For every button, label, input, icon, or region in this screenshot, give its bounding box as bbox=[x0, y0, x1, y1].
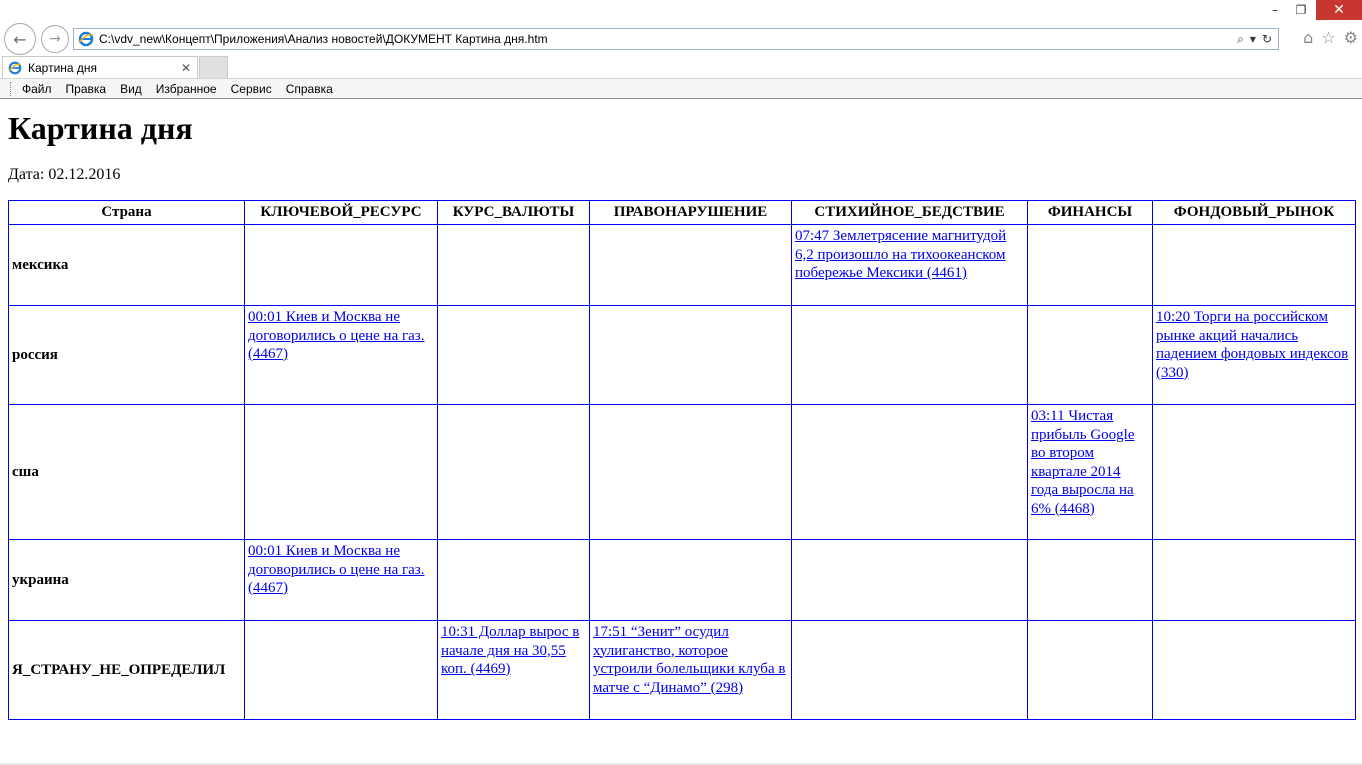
back-arrow-icon: ← bbox=[13, 29, 27, 49]
news-cell bbox=[589, 224, 792, 306]
column-header-key-resource: КЛЮЧЕВОЙ_РЕСУРС bbox=[244, 200, 438, 225]
table-row: сша 03:11 Чистая прибыль Google во втором… bbox=[8, 404, 1356, 540]
search-icon[interactable]: ⌕ bbox=[1237, 32, 1244, 47]
news-link[interactable]: 00:01 Киев и Москва не договорились о це… bbox=[248, 543, 424, 596]
gear-icon[interactable]: ⚙ bbox=[1344, 28, 1358, 47]
table-header-row: Страна КЛЮЧЕВОЙ_РЕСУРС КУРС_ВАЛЮТЫ ПРАВО… bbox=[8, 200, 1356, 225]
news-cell bbox=[1152, 404, 1356, 540]
news-table: Страна КЛЮЧЕВОЙ_РЕСУРС КУРС_ВАЛЮТЫ ПРАВО… bbox=[8, 200, 1356, 720]
news-cell: 00:01 Киев и Москва не договорились о це… bbox=[244, 539, 438, 621]
news-cell bbox=[437, 224, 590, 306]
chevron-down-icon[interactable]: ▾ bbox=[1250, 32, 1256, 46]
table-row: россия 00:01 Киев и Москва не договорилис… bbox=[8, 305, 1356, 405]
close-tab-icon[interactable]: ✕ bbox=[181, 61, 191, 75]
back-button[interactable]: ← bbox=[4, 23, 36, 55]
news-cell bbox=[1152, 539, 1356, 621]
news-cell bbox=[437, 539, 590, 621]
menu-grip bbox=[10, 81, 13, 96]
country-cell: сша bbox=[8, 404, 245, 540]
news-cell bbox=[244, 404, 438, 540]
home-icon[interactable]: ⌂ bbox=[1303, 28, 1313, 47]
news-cell: 00:01 Киев и Москва не договорились о це… bbox=[244, 305, 438, 405]
country-cell: Я_СТРАНУ_НЕ_ОПРЕДЕЛИЛ bbox=[8, 620, 245, 720]
navigation-bar: ← → C:\vdv_new\Концепт\Приложения\Анализ… bbox=[0, 22, 1362, 56]
news-cell bbox=[791, 620, 1028, 720]
minimize-button[interactable]: – bbox=[1262, 0, 1288, 20]
menu-favorites[interactable]: Избранное bbox=[153, 82, 220, 96]
column-header-stock-market: ФОНДОВЫЙ_РЫНОК bbox=[1152, 200, 1356, 225]
news-cell bbox=[244, 224, 438, 306]
tab-kartina-dnya[interactable]: Картина дня ✕ bbox=[2, 56, 198, 78]
menu-tools[interactable]: Сервис bbox=[228, 82, 275, 96]
table-row: мексика 07:47 Землетрясение магнитудой 6,… bbox=[8, 224, 1356, 306]
country-cell: мексика bbox=[8, 224, 245, 306]
address-bar[interactable]: C:\vdv_new\Концепт\Приложения\Анализ нов… bbox=[73, 28, 1279, 50]
news-cell bbox=[589, 305, 792, 405]
table-row: украина 00:01 Киев и Москва не договорили… bbox=[8, 539, 1356, 621]
news-cell: 10:20 Торги на российском рынке акций на… bbox=[1152, 305, 1356, 405]
ie-tab-icon bbox=[6, 60, 24, 76]
news-cell: 07:47 Землетрясение магнитудой 6,2 произ… bbox=[791, 224, 1028, 306]
table-row: Я_СТРАНУ_НЕ_ОПРЕДЕЛИЛ 10:31 Доллар вырос … bbox=[8, 620, 1356, 720]
news-cell bbox=[437, 404, 590, 540]
address-url[interactable]: C:\vdv_new\Концепт\Приложения\Анализ нов… bbox=[99, 32, 1237, 46]
news-cell bbox=[437, 305, 590, 405]
news-cell bbox=[1027, 224, 1153, 306]
favorites-star-icon[interactable]: ☆ bbox=[1321, 28, 1335, 47]
news-cell bbox=[1027, 539, 1153, 621]
new-tab-button[interactable] bbox=[199, 56, 228, 78]
news-table-body: мексика 07:47 Землетрясение магнитудой 6,… bbox=[8, 224, 1356, 720]
page-title: Картина дня bbox=[8, 110, 193, 146]
forward-arrow-icon: → bbox=[49, 31, 61, 47]
column-header-disaster: СТИХИЙНОЕ_БЕДСТВИЕ bbox=[791, 200, 1028, 225]
news-cell: 03:11 Чистая прибыль Google во втором кв… bbox=[1027, 404, 1153, 540]
news-cell bbox=[791, 539, 1028, 621]
news-cell bbox=[589, 404, 792, 540]
news-link[interactable]: 00:01 Киев и Москва не договорились о це… bbox=[248, 309, 424, 362]
news-cell bbox=[791, 404, 1028, 540]
menu-edit[interactable]: Правка bbox=[63, 82, 110, 96]
browser-chrome: – ❐ ✕ ← → C:\vdv_new\Концепт\Приложения\… bbox=[0, 0, 1362, 100]
refresh-icon[interactable]: ↻ bbox=[1262, 32, 1272, 46]
tab-strip: Картина дня ✕ bbox=[0, 56, 1362, 78]
country-cell: россия bbox=[8, 305, 245, 405]
column-header-offense: ПРАВОНАРУШЕНИЕ bbox=[589, 200, 792, 225]
address-tools: ⌕ ▾ ↻ bbox=[1237, 32, 1272, 47]
news-link[interactable]: 10:20 Торги на российском рынке акций на… bbox=[1156, 309, 1348, 381]
column-header-exchange-rate: КУРС_ВАЛЮТЫ bbox=[437, 200, 590, 225]
menu-help[interactable]: Справка bbox=[283, 82, 336, 96]
country-cell: украина bbox=[8, 539, 245, 621]
window-controls: – ❐ ✕ bbox=[1262, 0, 1362, 22]
column-header-finance: ФИНАНСЫ bbox=[1027, 200, 1153, 225]
news-cell bbox=[1027, 620, 1153, 720]
date-line: Дата: 02.12.2016 bbox=[8, 166, 121, 183]
ie-page-icon bbox=[77, 31, 95, 47]
news-cell bbox=[1152, 224, 1356, 306]
news-link[interactable]: 03:11 Чистая прибыль Google во втором кв… bbox=[1031, 408, 1135, 517]
news-link[interactable]: 17:51 “Зенит” осудил хулиганство, которо… bbox=[593, 624, 785, 696]
news-cell bbox=[589, 539, 792, 621]
news-cell bbox=[1027, 305, 1153, 405]
news-cell bbox=[791, 305, 1028, 405]
forward-button[interactable]: → bbox=[41, 25, 69, 53]
news-cell bbox=[244, 620, 438, 720]
news-cell: 10:31 Доллар вырос в начале дня на 30,55… bbox=[437, 620, 590, 720]
news-cell bbox=[1152, 620, 1356, 720]
news-link[interactable]: 07:47 Землетрясение магнитудой 6,2 произ… bbox=[795, 228, 1006, 281]
menu-file[interactable]: Файл bbox=[19, 82, 55, 96]
menu-bar: Файл Правка Вид Избранное Сервис Справка bbox=[0, 78, 1362, 99]
restore-button[interactable]: ❐ bbox=[1288, 0, 1314, 20]
close-window-button[interactable]: ✕ bbox=[1316, 0, 1362, 20]
column-header-country: Страна bbox=[8, 200, 245, 225]
toolbar-icons: ⌂ ☆ ⚙ bbox=[1303, 28, 1358, 47]
news-cell: 17:51 “Зенит” осудил хулиганство, которо… bbox=[589, 620, 792, 720]
tab-title: Картина дня bbox=[28, 60, 98, 75]
menu-view[interactable]: Вид bbox=[117, 82, 145, 96]
news-link[interactable]: 10:31 Доллар вырос в начале дня на 30,55… bbox=[441, 624, 579, 677]
page-content: Картина дня Дата: 02.12.2016 Страна КЛЮЧ… bbox=[0, 100, 1362, 765]
